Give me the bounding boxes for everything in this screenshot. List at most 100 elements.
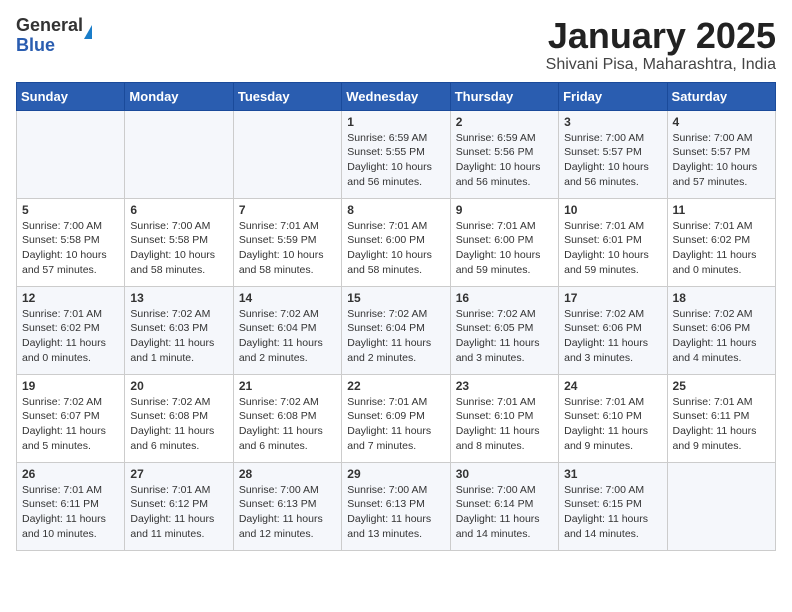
calendar-cell: 25 Sunrise: 7:01 AM Sunset: 6:11 PM Dayli…	[667, 374, 775, 462]
calendar-cell: 22 Sunrise: 7:01 AM Sunset: 6:09 PM Dayli…	[342, 374, 450, 462]
calendar-cell	[233, 110, 341, 198]
day-info: Sunrise: 7:01 AM Sunset: 6:02 PM Dayligh…	[673, 219, 770, 278]
calendar-cell: 4 Sunrise: 7:00 AM Sunset: 5:57 PM Daylig…	[667, 110, 775, 198]
calendar-cell: 24 Sunrise: 7:01 AM Sunset: 6:10 PM Dayli…	[559, 374, 667, 462]
calendar-cell: 9 Sunrise: 7:01 AM Sunset: 6:00 PM Daylig…	[450, 198, 558, 286]
day-number: 25	[673, 379, 770, 393]
calendar-cell: 28 Sunrise: 7:00 AM Sunset: 6:13 PM Dayli…	[233, 462, 341, 550]
calendar-cell: 31Sunrise: 7:00 AM Sunset: 6:15 PM Dayli…	[559, 462, 667, 550]
calendar-table: Sunday Monday Tuesday Wednesday Thursday…	[16, 82, 776, 551]
calendar-cell: 13 Sunrise: 7:02 AM Sunset: 6:03 PM Dayli…	[125, 286, 233, 374]
calendar-week-row: 1 Sunrise: 6:59 AM Sunset: 5:55 PM Daylig…	[17, 110, 776, 198]
calendar-cell: 27 Sunrise: 7:01 AM Sunset: 6:12 PM Dayli…	[125, 462, 233, 550]
day-info: Sunrise: 7:01 AM Sunset: 6:11 PM Dayligh…	[673, 395, 770, 454]
day-info: Sunrise: 7:00 AM Sunset: 5:57 PM Dayligh…	[673, 131, 770, 190]
day-number: 11	[673, 203, 770, 217]
calendar-cell: 26Sunrise: 7:01 AM Sunset: 6:11 PM Dayli…	[17, 462, 125, 550]
calendar-cell	[667, 462, 775, 550]
day-number: 27	[130, 467, 227, 481]
logo-triangle-icon	[84, 25, 92, 39]
calendar-cell: 20 Sunrise: 7:02 AM Sunset: 6:08 PM Dayli…	[125, 374, 233, 462]
day-info: Sunrise: 7:02 AM Sunset: 6:05 PM Dayligh…	[456, 307, 553, 366]
day-info: Sunrise: 7:01 AM Sunset: 6:09 PM Dayligh…	[347, 395, 444, 454]
page: General Blue January 2025 Shivani Pisa, …	[0, 0, 792, 561]
day-number: 31	[564, 467, 661, 481]
calendar-cell: 10Sunrise: 7:01 AM Sunset: 6:01 PM Dayli…	[559, 198, 667, 286]
day-number: 21	[239, 379, 336, 393]
day-number: 20	[130, 379, 227, 393]
logo-blue-text: Blue	[16, 35, 55, 55]
day-info: Sunrise: 7:01 AM Sunset: 6:10 PM Dayligh…	[564, 395, 661, 454]
calendar-cell: 6Sunrise: 7:00 AM Sunset: 5:58 PM Daylig…	[125, 198, 233, 286]
calendar-cell: 1 Sunrise: 6:59 AM Sunset: 5:55 PM Daylig…	[342, 110, 450, 198]
day-info: Sunrise: 7:01 AM Sunset: 6:10 PM Dayligh…	[456, 395, 553, 454]
day-info: Sunrise: 7:00 AM Sunset: 5:58 PM Dayligh…	[22, 219, 119, 278]
calendar-cell	[17, 110, 125, 198]
day-info: Sunrise: 6:59 AM Sunset: 5:55 PM Dayligh…	[347, 131, 444, 190]
calendar-cell: 11 Sunrise: 7:01 AM Sunset: 6:02 PM Dayli…	[667, 198, 775, 286]
day-info: Sunrise: 7:01 AM Sunset: 6:00 PM Dayligh…	[456, 219, 553, 278]
day-info: Sunrise: 7:00 AM Sunset: 5:57 PM Dayligh…	[564, 131, 661, 190]
calendar-cell: 23 Sunrise: 7:01 AM Sunset: 6:10 PM Dayli…	[450, 374, 558, 462]
calendar-cell: 8 Sunrise: 7:01 AM Sunset: 6:00 PM Daylig…	[342, 198, 450, 286]
day-number: 8	[347, 203, 444, 217]
day-info: Sunrise: 7:00 AM Sunset: 6:13 PM Dayligh…	[239, 483, 336, 542]
day-number: 24	[564, 379, 661, 393]
day-number: 7	[239, 203, 336, 217]
day-number: 28	[239, 467, 336, 481]
day-number: 5	[22, 203, 119, 217]
day-number: 12	[22, 291, 119, 305]
day-info: Sunrise: 7:01 AM Sunset: 6:12 PM Dayligh…	[130, 483, 227, 542]
calendar-cell: 15Sunrise: 7:02 AM Sunset: 6:04 PM Dayli…	[342, 286, 450, 374]
day-info: Sunrise: 7:02 AM Sunset: 6:07 PM Dayligh…	[22, 395, 119, 454]
day-info: Sunrise: 7:02 AM Sunset: 6:06 PM Dayligh…	[673, 307, 770, 366]
col-monday: Monday	[125, 82, 233, 110]
title-block: January 2025 Shivani Pisa, Maharashtra, …	[546, 16, 776, 74]
calendar-title: January 2025	[546, 16, 776, 56]
day-number: 9	[456, 203, 553, 217]
day-info: Sunrise: 7:01 AM Sunset: 6:02 PM Dayligh…	[22, 307, 119, 366]
calendar-cell: 29Sunrise: 7:00 AM Sunset: 6:13 PM Dayli…	[342, 462, 450, 550]
day-info: Sunrise: 7:00 AM Sunset: 6:14 PM Dayligh…	[456, 483, 553, 542]
day-number: 13	[130, 291, 227, 305]
day-number: 17	[564, 291, 661, 305]
day-number: 22	[347, 379, 444, 393]
col-saturday: Saturday	[667, 82, 775, 110]
calendar-cell: 18Sunrise: 7:02 AM Sunset: 6:06 PM Dayli…	[667, 286, 775, 374]
day-number: 1	[347, 115, 444, 129]
calendar-subtitle: Shivani Pisa, Maharashtra, India	[546, 56, 776, 74]
header: General Blue January 2025 Shivani Pisa, …	[16, 16, 776, 74]
day-info: Sunrise: 7:02 AM Sunset: 6:06 PM Dayligh…	[564, 307, 661, 366]
day-number: 2	[456, 115, 553, 129]
day-number: 4	[673, 115, 770, 129]
day-info: Sunrise: 7:01 AM Sunset: 5:59 PM Dayligh…	[239, 219, 336, 278]
day-info: Sunrise: 7:02 AM Sunset: 6:03 PM Dayligh…	[130, 307, 227, 366]
day-number: 19	[22, 379, 119, 393]
day-number: 23	[456, 379, 553, 393]
day-number: 16	[456, 291, 553, 305]
calendar-cell: 17 Sunrise: 7:02 AM Sunset: 6:06 PM Dayli…	[559, 286, 667, 374]
day-info: Sunrise: 7:01 AM Sunset: 6:00 PM Dayligh…	[347, 219, 444, 278]
col-thursday: Thursday	[450, 82, 558, 110]
day-info: Sunrise: 7:02 AM Sunset: 6:04 PM Dayligh…	[347, 307, 444, 366]
col-friday: Friday	[559, 82, 667, 110]
col-tuesday: Tuesday	[233, 82, 341, 110]
calendar-header-row: Sunday Monday Tuesday Wednesday Thursday…	[17, 82, 776, 110]
col-sunday: Sunday	[17, 82, 125, 110]
calendar-cell: 5 Sunrise: 7:00 AM Sunset: 5:58 PM Daylig…	[17, 198, 125, 286]
day-info: Sunrise: 6:59 AM Sunset: 5:56 PM Dayligh…	[456, 131, 553, 190]
day-info: Sunrise: 7:02 AM Sunset: 6:08 PM Dayligh…	[239, 395, 336, 454]
logo-general-text: General	[16, 15, 83, 35]
calendar-week-row: 26Sunrise: 7:01 AM Sunset: 6:11 PM Dayli…	[17, 462, 776, 550]
day-info: Sunrise: 7:02 AM Sunset: 6:08 PM Dayligh…	[130, 395, 227, 454]
calendar-cell: 12 Sunrise: 7:01 AM Sunset: 6:02 PM Dayli…	[17, 286, 125, 374]
day-info: Sunrise: 7:01 AM Sunset: 6:01 PM Dayligh…	[564, 219, 661, 278]
col-wednesday: Wednesday	[342, 82, 450, 110]
calendar-cell: 14Sunrise: 7:02 AM Sunset: 6:04 PM Dayli…	[233, 286, 341, 374]
calendar-cell: 3Sunrise: 7:00 AM Sunset: 5:57 PM Daylig…	[559, 110, 667, 198]
day-number: 30	[456, 467, 553, 481]
calendar-cell: 21 Sunrise: 7:02 AM Sunset: 6:08 PM Dayli…	[233, 374, 341, 462]
calendar-cell: 19 Sunrise: 7:02 AM Sunset: 6:07 PM Dayli…	[17, 374, 125, 462]
calendar-week-row: 19 Sunrise: 7:02 AM Sunset: 6:07 PM Dayli…	[17, 374, 776, 462]
day-number: 29	[347, 467, 444, 481]
